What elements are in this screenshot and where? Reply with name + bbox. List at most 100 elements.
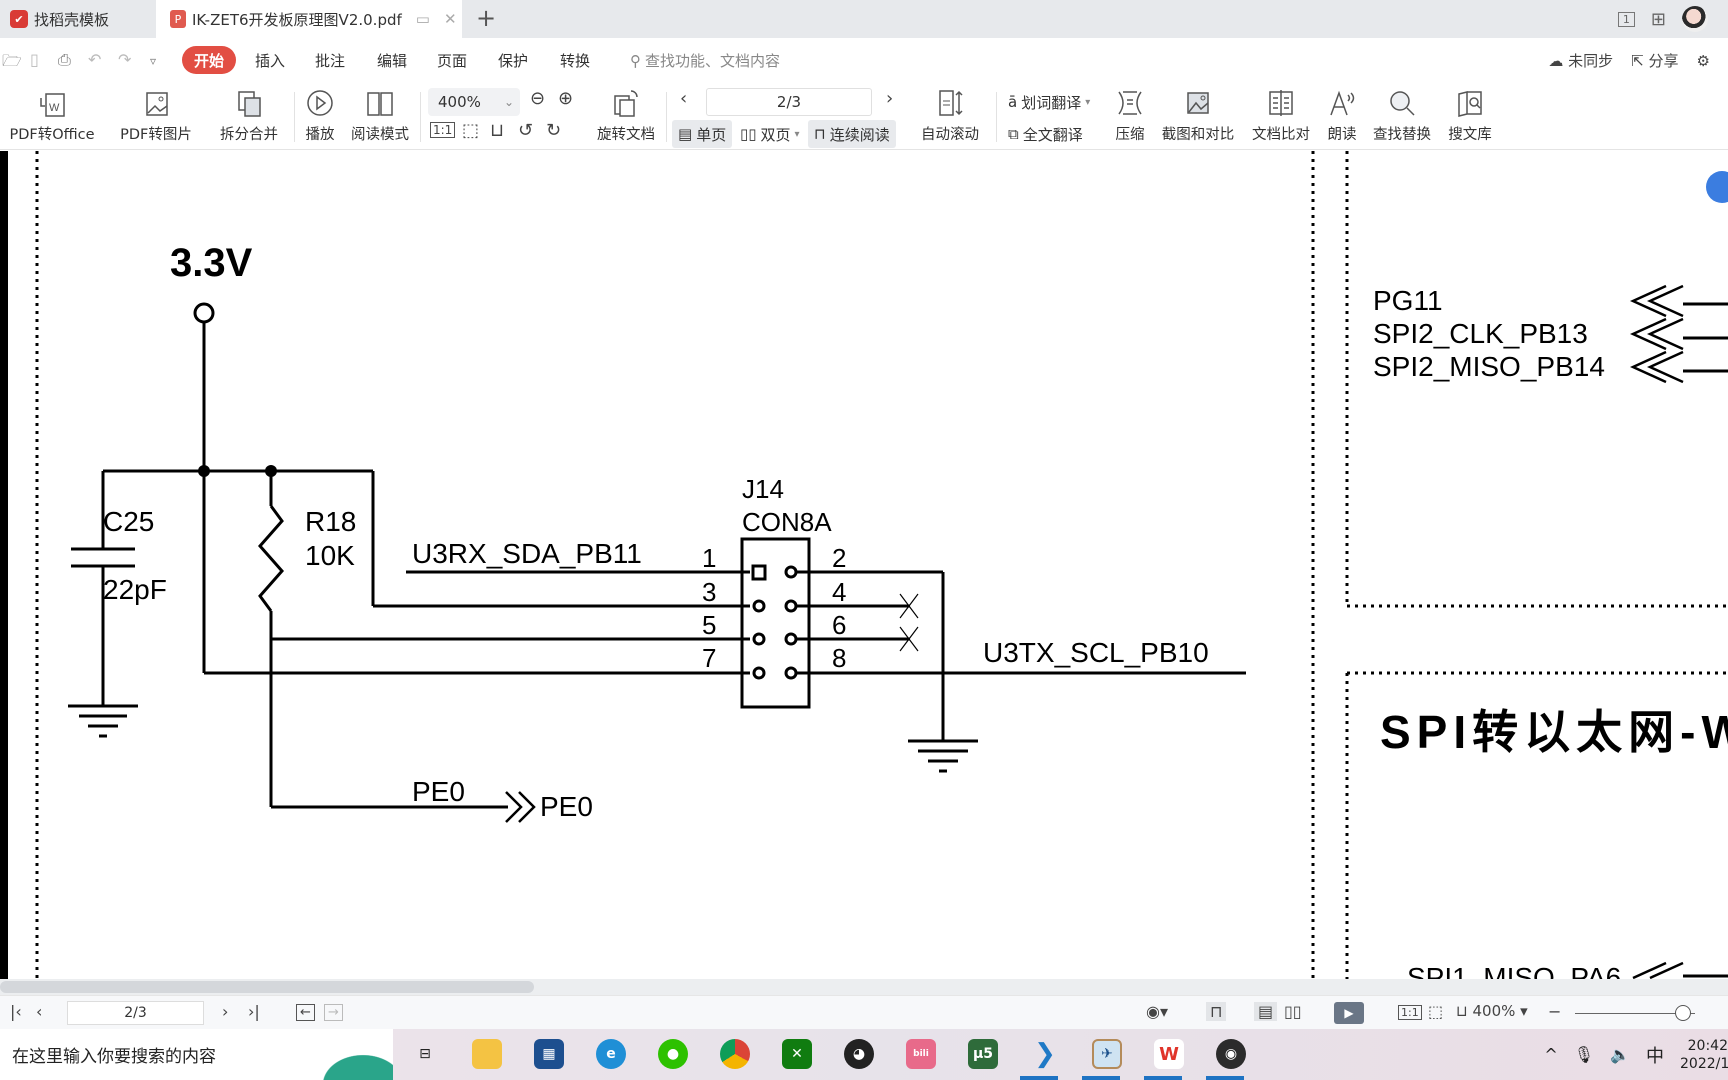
- user-avatar[interactable]: [1682, 6, 1708, 32]
- file-explorer-icon[interactable]: [472, 1039, 502, 1069]
- eye-protection-icon[interactable]: ◉▾: [1146, 1002, 1168, 1021]
- net-label-tx: U3TX_SCL_PB10: [983, 637, 1209, 668]
- system-clock[interactable]: 20:42 2022/12: [1680, 1037, 1728, 1073]
- undo-icon[interactable]: ↶: [88, 50, 101, 69]
- status-page-input[interactable]: 2/3: [67, 1001, 204, 1025]
- first-page-icon[interactable]: |‹: [10, 1002, 22, 1021]
- menu-insert[interactable]: 插入: [255, 50, 285, 71]
- customize-dropdown-icon[interactable]: ▿: [150, 54, 156, 68]
- redo-icon[interactable]: ↷: [118, 50, 131, 69]
- word-translate-button[interactable]: ā 划词翻译 ▾: [1002, 88, 1096, 116]
- qq-icon[interactable]: ◕: [844, 1039, 874, 1069]
- app-mascot-icon[interactable]: ◉: [1216, 1039, 1246, 1069]
- read-mode-button[interactable]: 阅读模式: [348, 84, 412, 150]
- single-page-button[interactable]: ▤ 单页: [672, 120, 733, 148]
- volume-icon[interactable]: 🔈: [1610, 1045, 1630, 1064]
- previous-page-icon[interactable]: ‹: [680, 88, 687, 109]
- microsoft-store-icon[interactable]: ▦: [534, 1039, 564, 1069]
- pdf-to-image-button[interactable]: PDF转图片: [112, 84, 200, 150]
- auto-scroll-button[interactable]: 自动滚动: [912, 84, 988, 150]
- menu-edit[interactable]: 编辑: [377, 50, 407, 71]
- windows-taskbar: 在这里输入你要搜索的内容 ⊟ ▦ e ● ✕ ◕ bili µ5 ❯ ✈ W ◉…: [0, 1029, 1728, 1080]
- settings-icon[interactable]: ⚙: [1697, 52, 1710, 70]
- ime-indicator[interactable]: 中: [1646, 1042, 1664, 1068]
- zoom-select[interactable]: 400% ⌄: [428, 88, 520, 116]
- menu-convert[interactable]: 转换: [560, 50, 590, 71]
- full-translate-button[interactable]: ⧉ 全文翻译: [1002, 120, 1089, 148]
- double-page-button[interactable]: ▯▯ 双页 ▾: [734, 120, 806, 148]
- rotate-left-icon[interactable]: ↺: [518, 120, 533, 141]
- scrollbar-thumb[interactable]: [0, 981, 534, 993]
- search-library-button[interactable]: 搜文库: [1444, 84, 1496, 150]
- fit-width-icon[interactable]: ⊔: [490, 120, 504, 141]
- print-icon[interactable]: ⎙: [58, 50, 71, 70]
- new-tab-button[interactable]: +: [476, 4, 496, 32]
- close-tab-icon[interactable]: ✕: [444, 10, 457, 28]
- flymcu-icon[interactable]: ✈: [1092, 1039, 1122, 1069]
- screenshot-compare-button[interactable]: 截图和对比: [1158, 84, 1238, 150]
- task-view-icon[interactable]: ⊟: [410, 1039, 440, 1069]
- pin-number: 4: [832, 577, 846, 607]
- find-replace-button[interactable]: 查找替换: [1370, 84, 1434, 150]
- search-decoration-image: [293, 1033, 393, 1080]
- edge-browser-icon[interactable]: e: [596, 1039, 626, 1069]
- zoom-out-icon[interactable]: −: [1548, 1002, 1561, 1021]
- last-page-icon[interactable]: ›|: [248, 1002, 260, 1021]
- fit-page-icon[interactable]: ⬚: [462, 120, 479, 141]
- microphone-icon[interactable]: 🎙: [1574, 1045, 1594, 1064]
- actual-size-icon[interactable]: 1:1: [430, 122, 456, 138]
- forward-icon[interactable]: →: [324, 1004, 343, 1021]
- play-slideshow-button[interactable]: ▶: [1334, 1002, 1364, 1024]
- wps-office-icon[interactable]: W: [1154, 1039, 1184, 1069]
- next-page-icon[interactable]: ›: [886, 88, 893, 109]
- zoom-out-icon[interactable]: ⊖: [530, 88, 545, 109]
- save-icon[interactable]: ▯: [30, 50, 39, 69]
- tray-expand-icon[interactable]: ^: [1544, 1045, 1557, 1064]
- single-page-view-icon[interactable]: ▤: [1254, 1002, 1278, 1021]
- read-aloud-button[interactable]: 朗读: [1322, 84, 1362, 150]
- zoom-slider-handle[interactable]: [1675, 1005, 1691, 1021]
- split-merge-button[interactable]: 拆分合并: [210, 84, 288, 150]
- previous-page-icon[interactable]: ‹: [36, 1002, 42, 1021]
- tab-pdf-document[interactable]: P IK-ZET6开发板原理图V2.0.pdf ▭ ✕: [156, 0, 462, 38]
- window-layout-icon[interactable]: 1: [1617, 11, 1635, 27]
- fit-page-icon[interactable]: ⬚: [1428, 1002, 1443, 1021]
- horizontal-scrollbar[interactable]: [0, 979, 1728, 995]
- keil-uvision-icon[interactable]: µ5: [968, 1039, 998, 1069]
- compress-button[interactable]: 压缩: [1110, 84, 1150, 150]
- menu-start[interactable]: 开始: [182, 46, 236, 74]
- image-icon: [139, 87, 173, 119]
- chrome-icon[interactable]: [720, 1039, 750, 1069]
- share-button[interactable]: ⇱ 分享: [1631, 50, 1678, 71]
- tab-docer-templates[interactable]: ✔ 找稻壳模板: [0, 0, 154, 38]
- page-number-input[interactable]: 2/3: [706, 88, 872, 116]
- zoom-in-icon[interactable]: ⊕: [558, 88, 573, 109]
- next-page-icon[interactable]: ›: [222, 1002, 228, 1021]
- play-button[interactable]: 播放: [300, 84, 340, 150]
- rotate-right-icon[interactable]: ↻: [546, 120, 561, 141]
- xbox-icon[interactable]: ✕: [782, 1039, 812, 1069]
- menu-page[interactable]: 页面: [437, 50, 467, 71]
- actual-size-icon[interactable]: 1:1: [1398, 1005, 1422, 1020]
- pin-number: 2: [832, 543, 846, 573]
- taskbar-search-input[interactable]: 在这里输入你要搜索的内容: [0, 1029, 393, 1080]
- continuous-view-icon[interactable]: ⊓: [1206, 1002, 1227, 1021]
- menu-annotate[interactable]: 批注: [315, 50, 345, 71]
- bilibili-icon[interactable]: bili: [906, 1039, 936, 1069]
- feature-search-input[interactable]: ⚲ 查找功能、文档内容: [630, 50, 780, 71]
- apps-grid-icon[interactable]: ⊞: [1651, 9, 1666, 30]
- status-zoom-select[interactable]: ⊔ 400% ▾: [1456, 1002, 1528, 1020]
- pin-window-icon[interactable]: ▭: [416, 10, 430, 28]
- rotate-document-button[interactable]: 旋转文档: [592, 84, 660, 150]
- sync-status[interactable]: ☁ 未同步: [1548, 50, 1613, 71]
- doc-compare-button[interactable]: 文档比对: [1248, 84, 1314, 150]
- double-page-view-icon[interactable]: ▯▯: [1284, 1002, 1302, 1021]
- vscode-icon[interactable]: ❯: [1030, 1039, 1060, 1069]
- menu-protect[interactable]: 保护: [498, 50, 528, 71]
- pdf-to-office-button[interactable]: W PDF转Office: [6, 84, 98, 150]
- pdf-document-viewport[interactable]: 3.3V C25 22pF R18 10K U3RX_SDA_PB11 J14 …: [0, 151, 1728, 979]
- back-icon[interactable]: ←: [296, 1004, 315, 1021]
- open-folder-icon[interactable]: 🗁: [2, 50, 22, 77]
- wechat-icon[interactable]: ●: [658, 1039, 688, 1069]
- continuous-read-button[interactable]: ⊓ 连续阅读: [808, 120, 896, 148]
